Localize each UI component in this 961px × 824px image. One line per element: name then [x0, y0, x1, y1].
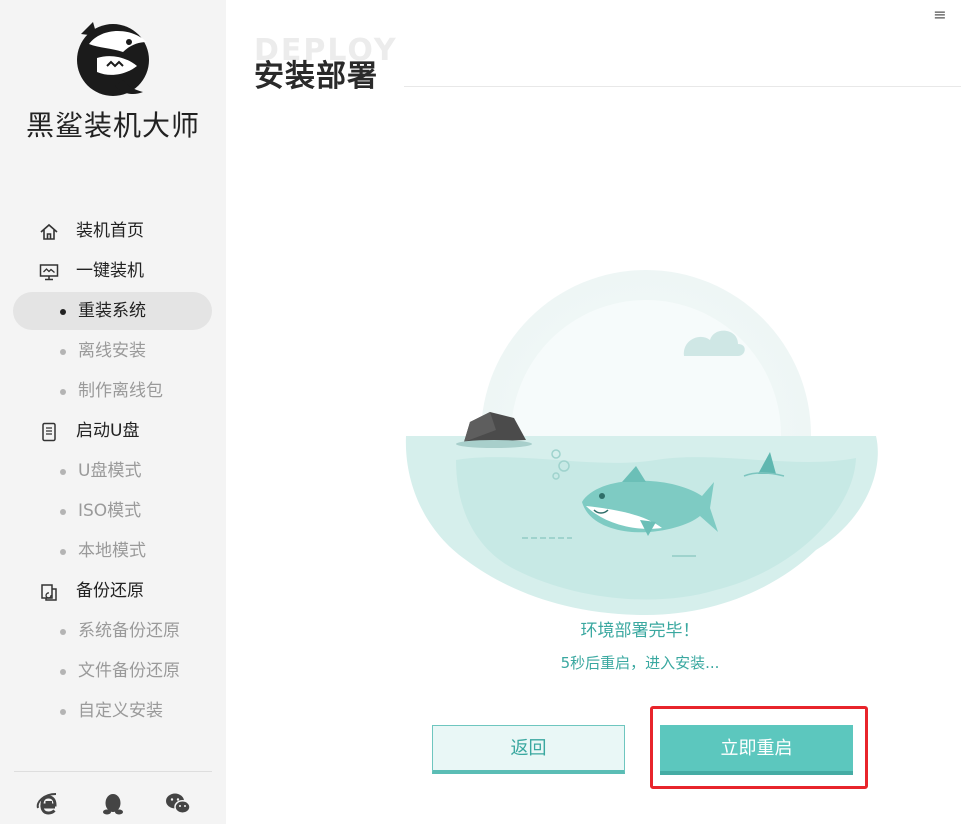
home-icon — [40, 223, 58, 240]
sidebar-item-label: 自定义安装 — [78, 701, 163, 721]
sidebar-item-system-backup-restore[interactable]: 系统备份还原 — [0, 611, 226, 651]
sidebar-item-usb-mode[interactable]: U盘模式 — [0, 451, 226, 491]
sidebar-item-one-click-install[interactable]: 一键装机 — [0, 251, 226, 291]
bullet-icon — [60, 549, 66, 555]
title-divider — [404, 86, 961, 87]
sidebar-item-custom-install[interactable]: 自定义安装 — [0, 691, 226, 731]
sidebar-item-offline-install[interactable]: 离线安装 — [0, 331, 226, 371]
monitor-icon — [39, 264, 59, 281]
bullet-icon — [60, 509, 66, 515]
sidebar-item-label: 备份还原 — [76, 581, 144, 601]
sidebar-item-label: 离线安装 — [78, 341, 146, 361]
sidebar-item-home[interactable]: 装机首页 — [0, 211, 226, 251]
bullet-icon — [60, 309, 66, 315]
restart-now-button[interactable]: 立即重启 — [660, 725, 853, 775]
menu-icon[interactable]: ≡ — [931, 6, 949, 24]
logo — [0, 14, 226, 102]
sidebar-item-label: 重装系统 — [78, 301, 146, 321]
wechat-icon[interactable] — [164, 790, 192, 818]
sidebar-item-local-mode[interactable]: 本地模式 — [0, 531, 226, 571]
divider — [14, 771, 212, 772]
ie-browser-icon[interactable] — [34, 790, 62, 818]
status-text: 环境部署完毕！ — [580, 621, 700, 641]
bullet-icon — [60, 669, 66, 675]
back-button[interactable]: 返回 — [432, 725, 625, 774]
backup-restore-icon — [41, 584, 57, 601]
sidebar-item-label: 制作离线包 — [78, 381, 163, 401]
sidebar-item-boot-usb[interactable]: 启动U盘 — [0, 411, 226, 451]
shark-logo-icon — [77, 22, 149, 96]
sidebar-item-label: 系统备份还原 — [78, 621, 180, 641]
bullet-icon — [60, 349, 66, 355]
bottom-icon-bar — [0, 786, 226, 822]
sidebar-item-file-backup-restore[interactable]: 文件备份还原 — [0, 651, 226, 691]
brand-name: 黑鲨装机大师 — [25, 109, 200, 142]
page-title: 安装部署 — [254, 59, 378, 94]
sidebar-item-make-offline-package[interactable]: 制作离线包 — [0, 371, 226, 411]
sidebar-item-label: 装机首页 — [76, 221, 144, 241]
sidebar-item-reinstall-system[interactable]: 重装系统 — [0, 291, 226, 331]
sidebar-item-label: U盘模式 — [78, 461, 142, 481]
shark-sea-illustration — [405, 270, 878, 615]
sidebar-nav: 装机首页 一键装机 重装系统 离线安装 制作离线包 启动U盘 U盘模式 ISO模… — [0, 211, 226, 731]
usb-drive-icon — [42, 422, 56, 442]
sidebar: 黑鲨装机大师 装机首页 一键装机 重装系统 离线安装 制作离线包 启动U盘 U盘 — [0, 0, 226, 824]
sidebar-item-label: 文件备份还原 — [78, 661, 180, 681]
bullet-icon — [60, 469, 66, 475]
sidebar-item-iso-mode[interactable]: ISO模式 — [0, 491, 226, 531]
sidebar-item-label: ISO模式 — [78, 501, 142, 521]
bullet-icon — [60, 389, 66, 395]
qq-penguin-icon[interactable] — [99, 790, 127, 818]
sidebar-item-backup-restore[interactable]: 备份还原 — [0, 571, 226, 611]
bullet-icon — [60, 629, 66, 635]
sidebar-item-label: 一键装机 — [76, 261, 144, 281]
countdown-text: 5秒后重启，进入安装... — [560, 654, 720, 672]
sidebar-item-label: 启动U盘 — [76, 421, 140, 441]
bullet-icon — [60, 709, 66, 715]
sidebar-item-label: 本地模式 — [78, 541, 146, 561]
